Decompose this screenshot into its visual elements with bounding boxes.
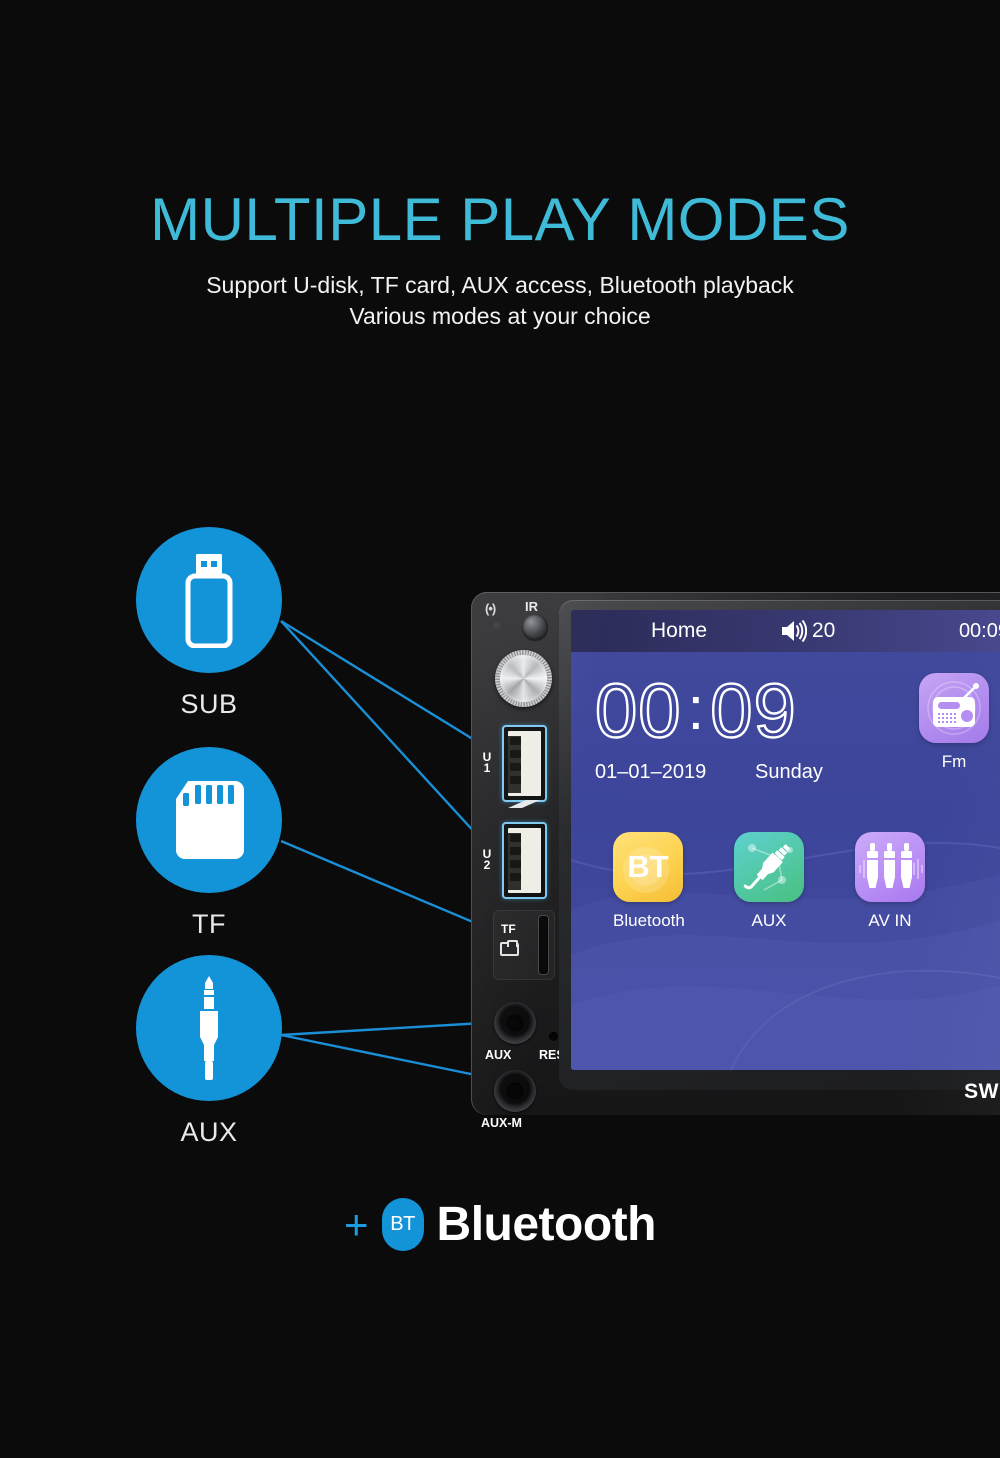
volume-knob[interactable] — [495, 650, 552, 707]
clock-hours: 00 — [594, 669, 682, 754]
usb-direction-arrow-icon — [506, 797, 542, 811]
audio-jack-icon — [734, 832, 804, 902]
audio-jack-icon — [200, 976, 218, 1080]
reset-pinhole[interactable] — [549, 1032, 558, 1041]
aux-jack-label: AUX — [485, 1048, 512, 1062]
tf-card-slot[interactable]: TF — [493, 910, 555, 980]
sd-card-icon — [500, 940, 519, 956]
bt-badge-icon: BT — [381, 1198, 424, 1251]
usb-pins — [510, 737, 521, 793]
usb-pins — [510, 834, 521, 890]
feature-aux-label: AUX — [180, 1117, 238, 1147]
ir-sensor-icon — [522, 614, 548, 640]
big-clock: 00:09 — [594, 672, 885, 750]
brand-badge: SWM — [964, 1080, 1000, 1103]
tf-slot-label: TF — [501, 922, 516, 936]
tf-circle — [136, 747, 282, 893]
tile-fm[interactable]: Fm — [919, 673, 989, 772]
date-row: 01–01–2019 Sunday — [595, 761, 885, 784]
touchscreen-display[interactable]: Home 20 00:09 00:09 01–01–20 — [571, 610, 1000, 1070]
tile-bluetooth-label: Bluetooth — [613, 911, 685, 930]
page-title: MULTIPLE PLAY MODES — [150, 186, 850, 253]
ir-label: IR — [525, 599, 538, 614]
bluetooth-footer: + BT Bluetooth — [0, 1197, 1000, 1252]
tile-bluetooth[interactable]: BT Bluetooth — [613, 832, 685, 931]
aux-jack-port[interactable] — [494, 1002, 536, 1044]
plus-icon: + — [344, 1200, 369, 1248]
feature-usb-label: SUB — [180, 689, 238, 719]
page-subtitle: Support U-disk, TF card, AUX access, Blu… — [0, 270, 1000, 332]
speaker-icon — [782, 620, 807, 642]
tile-av-in-label: AV IN — [868, 911, 912, 930]
usb-port-1[interactable] — [502, 725, 547, 802]
weekday-value: Sunday — [755, 761, 823, 783]
aux-circle — [136, 955, 282, 1101]
tile-aux-label: AUX — [751, 911, 787, 930]
screen-bezel: Home 20 00:09 00:09 01–01–20 — [559, 600, 1000, 1090]
sd-card-icon — [176, 781, 244, 859]
home-label[interactable]: Home — [651, 619, 707, 643]
feature-tf-label: TF — [192, 909, 226, 939]
usb-port-2-inner — [508, 828, 541, 893]
rca-plugs-icon — [855, 832, 925, 902]
usb2-label-bottom: 2 — [483, 858, 491, 872]
bt-icon: BT — [613, 832, 683, 902]
usb-circle — [136, 527, 282, 673]
volume-indicator[interactable]: 20 — [781, 619, 835, 643]
bt-glyph: BT — [627, 849, 668, 884]
tile-av-in[interactable]: AV IN — [855, 832, 925, 931]
usb-port-2[interactable] — [502, 822, 547, 899]
clock-widget: 00:09 01–01–2019 Sunday — [594, 672, 885, 784]
port-panel: (•) IR U 1 U 2 TF AUX RES AUX-M — [471, 592, 571, 1130]
usb-drive-icon — [185, 554, 233, 648]
feature-tf[interactable]: TF — [99, 747, 319, 940]
aux-m-jack-label: AUX-M — [481, 1116, 522, 1130]
screen-status-bar: Home 20 00:09 — [571, 610, 1000, 652]
usb1-label-bottom: 1 — [483, 761, 491, 775]
feature-usb[interactable]: SUB — [99, 527, 319, 720]
radio-icon — [919, 673, 989, 743]
tf-slot-opening — [539, 916, 548, 974]
bluetooth-label: Bluetooth — [436, 1198, 657, 1251]
feature-aux[interactable]: AUX — [99, 955, 319, 1148]
tile-aux[interactable]: AUX — [734, 832, 804, 931]
volume-value: 20 — [812, 619, 836, 642]
clock-separator: : — [687, 675, 705, 742]
subtitle-line-1: Support U-disk, TF card, AUX access, Blu… — [206, 272, 794, 298]
subtitle-line-2: Various modes at your choice — [349, 303, 651, 330]
clock-minutes: 09 — [709, 669, 797, 754]
mic-icon: (•) — [485, 601, 496, 616]
date-value: 01–01–2019 — [595, 761, 707, 783]
car-stereo-head-unit: (•) IR U 1 U 2 TF AUX RES AUX-M Home 20 … — [471, 592, 1000, 1130]
usb-port-1-inner — [508, 731, 541, 796]
usb-port-2-label: U 2 — [479, 848, 495, 872]
bt-badge-text: BT — [390, 1213, 415, 1235]
usb-port-1-label: U 1 — [479, 751, 495, 775]
status-clock: 00:09 — [958, 620, 1000, 642]
mic-hole — [493, 622, 500, 629]
tile-fm-label: Fm — [941, 752, 967, 771]
aux-m-jack-port[interactable] — [494, 1070, 536, 1112]
